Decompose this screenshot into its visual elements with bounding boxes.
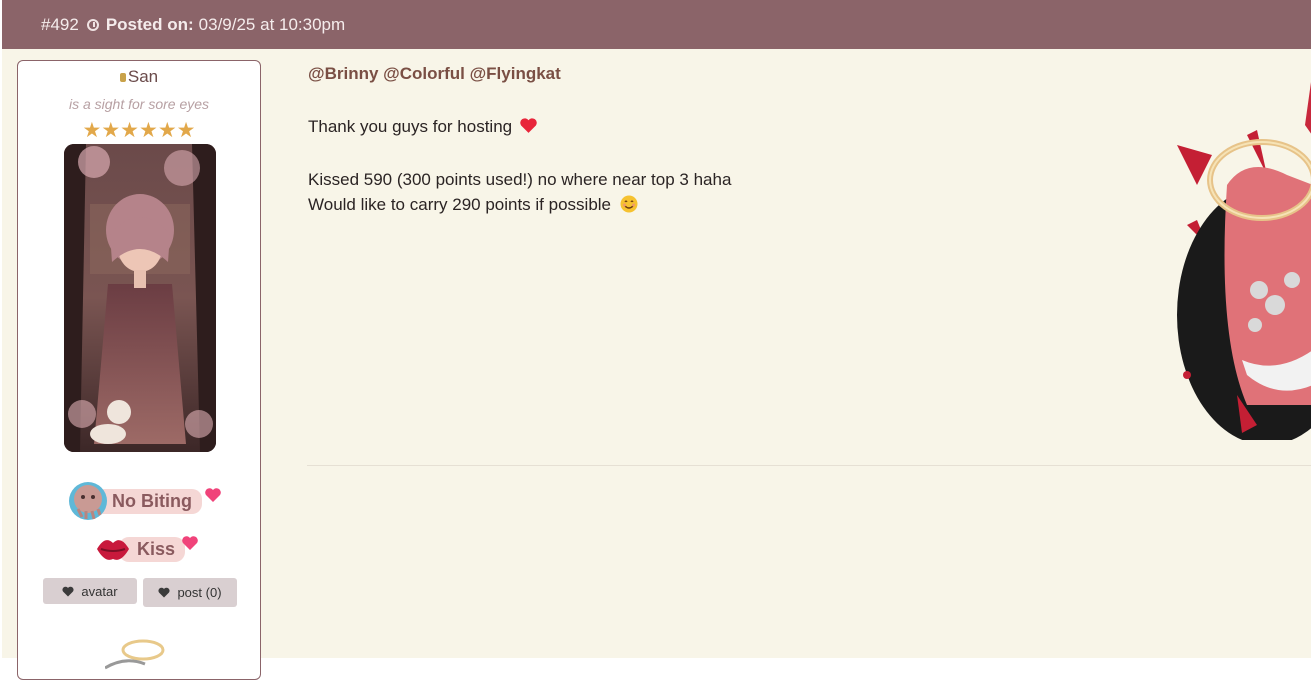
forum-post: #492 Posted on: 03/9/25 at 10:30pm San i… — [2, 0, 1311, 680]
post-button-label: post (0) — [177, 585, 222, 600]
user-title: is a sight for sore eyes — [68, 96, 210, 112]
posted-label: Posted on: — [105, 14, 194, 34]
signature-artwork — [1177, 82, 1311, 440]
heart-icon — [158, 587, 171, 598]
badge-no-biting[interactable]: No Biting — [68, 481, 221, 521]
rank-icon — [119, 73, 126, 82]
post-header: #492 Posted on: 03/9/25 at 10:30pm — [2, 0, 1311, 49]
love-avatar-button[interactable]: avatar — [43, 578, 137, 604]
avatar-button-label: avatar — [81, 583, 118, 599]
post-divider — [307, 465, 1311, 466]
message-text: Would like to carry 290 points if possib… — [308, 195, 612, 214]
lips-icon — [97, 540, 129, 560]
heart-icon — [205, 488, 221, 502]
posted-date: 03/9/25 at 10:30pm — [198, 14, 346, 34]
message-line: Would like to carry 290 points if possib… — [308, 195, 638, 215]
username[interactable]: San — [18, 67, 260, 87]
post-number[interactable]: #492 — [41, 15, 79, 35]
love-buttons: avatar post (0) — [43, 578, 243, 608]
username-text[interactable]: San — [128, 67, 158, 86]
badge-label: No Biting — [94, 488, 202, 514]
smile-emoji-icon — [620, 195, 638, 213]
octopus-icon — [69, 482, 107, 520]
heart-emoji-icon — [520, 118, 537, 133]
clock-icon — [86, 18, 99, 31]
heart-icon — [62, 586, 74, 596]
message-text: Kissed 590 (300 points used!) no where n… — [308, 170, 732, 189]
love-post-button[interactable]: post (0) — [143, 578, 237, 607]
badge-kiss[interactable]: Kiss — [93, 529, 198, 569]
avatar[interactable] — [64, 144, 216, 452]
halo-icon — [105, 639, 165, 670]
heart-icon — [182, 536, 198, 550]
rating-stars: ★★★★★★ — [82, 119, 196, 142]
message-line: Thank you guys for hosting — [308, 117, 538, 137]
message-text: Thank you guys for hosting — [308, 117, 513, 136]
user-sidebar: San is a sight for sore eyes ★★★★★★ No B… — [17, 60, 261, 680]
mentions[interactable]: @Brinny @Colorful @Flyingkat — [308, 64, 561, 84]
